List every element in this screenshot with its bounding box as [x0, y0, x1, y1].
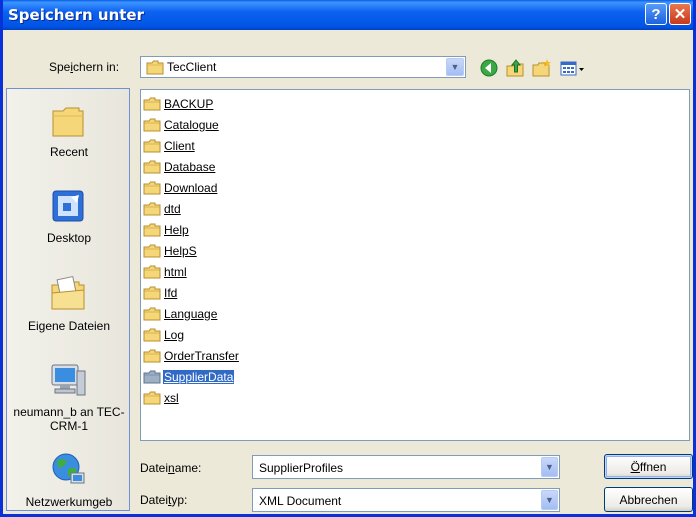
chevron-down-icon: ▼ [545, 495, 554, 505]
filename-combo[interactable]: SupplierProfiles ▼ [252, 455, 560, 479]
new-folder-icon[interactable] [531, 58, 551, 78]
open-button-label: Öffnen [630, 459, 667, 474]
folder-icon [143, 202, 161, 215]
list-item[interactable]: Ifd [143, 283, 178, 302]
folder-name: Ifd [164, 285, 178, 300]
filetype-value: XML Document [259, 494, 342, 508]
filename-input[interactable]: SupplierProfiles [259, 461, 343, 475]
folder-icon [143, 265, 161, 278]
place-label: neumann_b an TEC-CRM-1 [13, 405, 125, 433]
list-item[interactable]: HelpS [143, 241, 198, 260]
filetype-label: Dateityp: [140, 493, 188, 507]
list-item[interactable]: Client [143, 136, 196, 155]
folder-icon [143, 328, 161, 341]
folder-icon [143, 139, 161, 152]
place-recent[interactable]: Recent [7, 103, 131, 163]
folder-name: Client [164, 138, 195, 153]
folder-name: HelpS [164, 243, 197, 258]
folder-name: xsl [164, 390, 179, 405]
folder-icon [143, 97, 161, 110]
close-button[interactable]: ✕ [669, 3, 691, 25]
place-my-computer[interactable]: neumann_b an TEC-CRM-1 [7, 361, 131, 437]
folder-name: dtd [164, 201, 181, 216]
list-item[interactable]: dtd [143, 199, 182, 218]
folder-icon [143, 181, 161, 194]
folder-icon [146, 60, 164, 75]
folder-icon [143, 349, 161, 362]
folder-name: html [164, 264, 187, 279]
filetype-dropdown-button[interactable]: ▼ [541, 490, 558, 510]
cancel-button-label: Abbrechen [619, 492, 678, 507]
place-desktop[interactable]: Desktop [7, 187, 131, 249]
list-item[interactable]: html [143, 262, 188, 281]
network-icon [52, 453, 85, 484]
filename-label: Dateiname: [140, 461, 202, 475]
folder-name: Database [164, 159, 216, 174]
list-item[interactable]: Language [143, 304, 218, 323]
window-title: Speichern unter [8, 6, 144, 24]
help-button[interactable]: ? [645, 3, 667, 25]
savein-dropdown-button[interactable]: ▼ [446, 58, 464, 76]
folder-name: SupplierData [163, 369, 235, 384]
folder-icon [143, 370, 161, 383]
file-list[interactable]: BACKUP Catalogue Client Database Download dtd… [140, 89, 690, 441]
place-label: Recent [49, 145, 89, 159]
chevron-down-icon: ▼ [545, 462, 554, 472]
back-icon[interactable] [479, 58, 499, 78]
place-network[interactable]: Netzwerkumgeb [7, 451, 131, 509]
close-icon: ✕ [673, 6, 687, 23]
folder-icon [143, 286, 161, 299]
folder-name: Log [164, 327, 185, 342]
list-item[interactable]: xsl [143, 388, 180, 407]
open-button[interactable]: Öffnen [604, 454, 693, 479]
places-bar: Recent Desktop Eigene Dateien neumann_b … [6, 88, 130, 511]
cancel-button[interactable]: Abbrechen [604, 487, 693, 512]
folder-icon [143, 244, 161, 257]
list-item[interactable]: Catalogue [143, 115, 220, 134]
folder-name: BACKUP [164, 96, 214, 111]
filename-dropdown-button[interactable]: ▼ [541, 457, 558, 477]
list-item[interactable]: SupplierData [143, 367, 235, 386]
savein-combo[interactable]: TecClient ▼ [140, 56, 466, 78]
help-icon: ? [651, 5, 661, 23]
my-computer-icon [51, 364, 86, 396]
save-as-dialog: Speichern unter ? ✕ Speichern in: TecCli… [0, 0, 696, 517]
folder-name: OrderTransfer [164, 348, 239, 363]
folder-name: Help [164, 222, 189, 237]
desktop-icon [52, 190, 84, 222]
place-label: Netzwerkumgeb [25, 495, 113, 509]
my-documents-icon [51, 275, 85, 310]
up-folder-icon[interactable] [505, 58, 525, 78]
place-my-documents[interactable]: Eigene Dateien [7, 275, 131, 337]
list-item[interactable]: Log [143, 325, 185, 344]
folder-name: Language [164, 306, 218, 321]
list-item[interactable]: BACKUP [143, 94, 214, 113]
list-item[interactable]: Help [143, 220, 190, 239]
folder-icon [143, 118, 161, 131]
filetype-select[interactable]: XML Document ▼ [252, 488, 560, 512]
place-label: Desktop [46, 231, 92, 245]
views-menu-icon[interactable] [559, 58, 589, 78]
list-item[interactable]: Download [143, 178, 218, 197]
folder-icon [143, 160, 161, 173]
place-label: Eigene Dateien [27, 319, 111, 333]
savein-label: Speichern in: [49, 60, 120, 74]
folder-name: Catalogue [164, 117, 219, 132]
list-item[interactable]: OrderTransfer [143, 346, 240, 365]
folder-icon [143, 391, 161, 404]
folder-icon [143, 307, 161, 320]
folder-icon [143, 223, 161, 236]
savein-value: TecClient [167, 60, 217, 74]
chevron-down-icon: ▼ [450, 62, 460, 72]
title-bar[interactable]: Speichern unter ? ✕ [3, 0, 693, 30]
recent-folder-icon [52, 107, 84, 137]
list-item[interactable]: Database [143, 157, 216, 176]
folder-name: Download [164, 180, 218, 195]
